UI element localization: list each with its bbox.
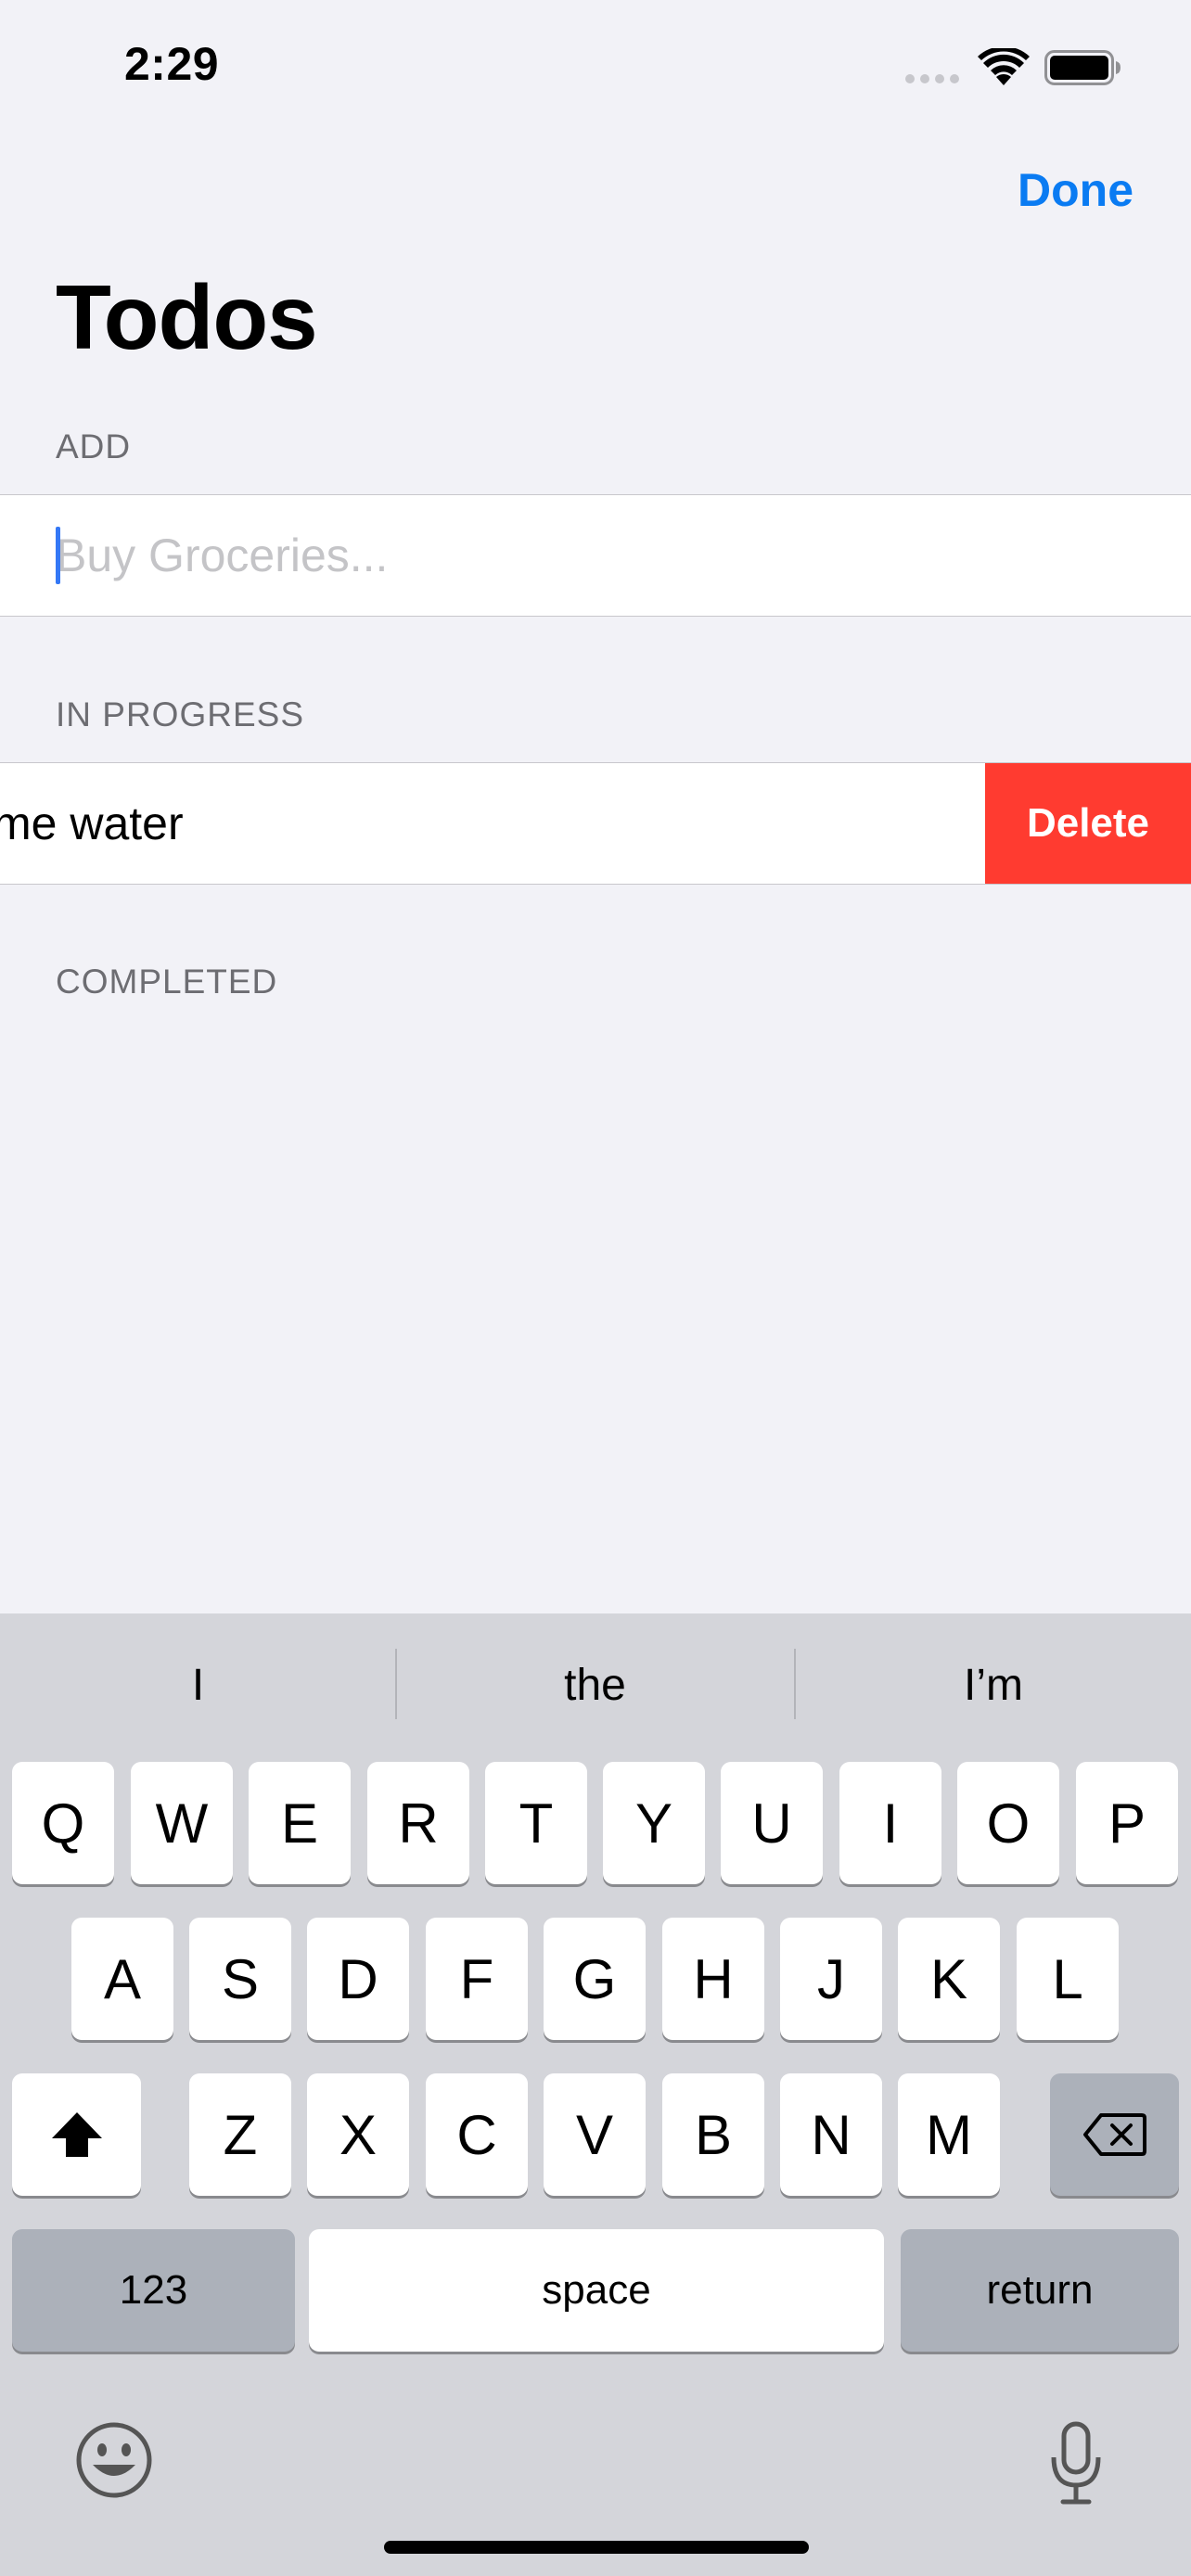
key-d[interactable]: D (307, 1918, 409, 2040)
key-e[interactable]: E (249, 1762, 351, 1884)
section-header-completed: COMPLETED (56, 963, 278, 1001)
numbers-key[interactable]: 123 (12, 2229, 295, 2352)
key-n[interactable]: N (780, 2073, 882, 2196)
key-f[interactable]: F (426, 1918, 528, 2040)
key-u[interactable]: U (721, 1762, 823, 1884)
key-y[interactable]: Y (603, 1762, 705, 1884)
suggestion-1[interactable]: I (0, 1651, 396, 1720)
key-w[interactable]: W (131, 1762, 233, 1884)
backspace-icon (1082, 2113, 1146, 2156)
key-z[interactable]: Z (189, 2073, 291, 2196)
key-g[interactable]: G (544, 1918, 646, 2040)
done-button[interactable]: Done (1018, 163, 1133, 217)
space-key[interactable]: space (309, 2229, 884, 2352)
wifi-icon (978, 48, 1030, 85)
key-k[interactable]: K (898, 1918, 1000, 2040)
key-c[interactable]: C (426, 2073, 528, 2196)
key-l[interactable]: L (1017, 1918, 1119, 2040)
section-header-in-progress: IN PROGRESS (56, 695, 304, 733)
section-header-add: ADD (56, 427, 132, 465)
key-b[interactable]: B (662, 2073, 764, 2196)
return-key[interactable]: return (901, 2229, 1179, 2352)
shift-icon (51, 2112, 102, 2157)
home-indicator (384, 2541, 809, 2554)
status-time: 2:29 (124, 38, 220, 90)
key-v[interactable]: V (544, 2073, 646, 2196)
add-todo-input[interactable] (56, 495, 1150, 616)
key-i[interactable]: I (839, 1762, 941, 1884)
battery-icon (1044, 50, 1121, 85)
signal-icon (905, 74, 963, 83)
key-a[interactable]: A (71, 1918, 173, 2040)
page-title: Todos (56, 266, 318, 368)
key-s[interactable]: S (189, 1918, 291, 2040)
text-cursor (56, 527, 60, 584)
shift-key[interactable] (12, 2073, 141, 2196)
todo-text: me water (0, 797, 184, 849)
emoji-icon[interactable] (74, 2420, 154, 2500)
add-todo-cell (0, 494, 1191, 617)
key-m[interactable]: M (898, 2073, 1000, 2196)
backspace-key[interactable] (1050, 2073, 1179, 2196)
key-t[interactable]: T (485, 1762, 587, 1884)
todo-row[interactable]: me water Delete (0, 762, 1191, 885)
key-o[interactable]: O (957, 1762, 1059, 1884)
suggestion-2[interactable]: the (397, 1651, 793, 1720)
key-r[interactable]: R (367, 1762, 469, 1884)
key-q[interactable]: Q (12, 1762, 114, 1884)
key-x[interactable]: X (307, 2073, 409, 2196)
suggestion-3[interactable]: I’m (796, 1651, 1191, 1720)
keyboard: I the I’m Q W E R T Y U I O P A S D F G … (0, 1613, 1191, 2576)
key-p[interactable]: P (1076, 1762, 1178, 1884)
key-j[interactable]: J (780, 1918, 882, 2040)
key-h[interactable]: H (662, 1918, 764, 2040)
delete-button[interactable]: Delete (985, 763, 1191, 884)
microphone-icon[interactable] (1046, 2420, 1106, 2509)
